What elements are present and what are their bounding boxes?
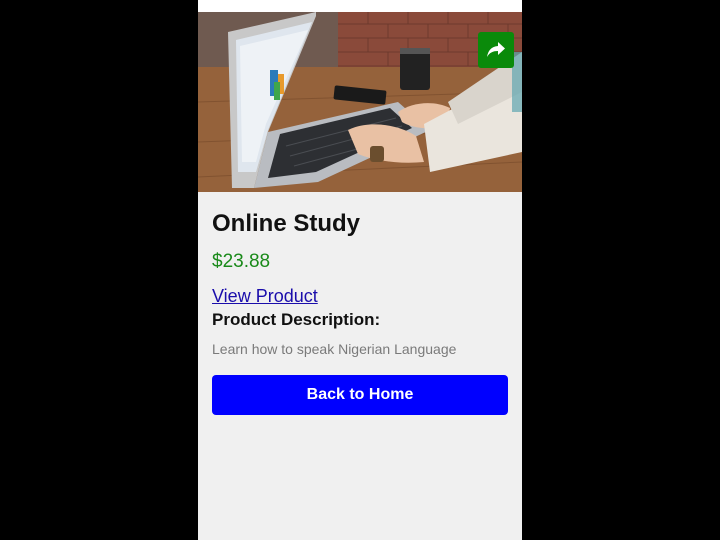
product-image	[198, 12, 522, 192]
back-to-home-button[interactable]: Back to Home	[212, 375, 508, 415]
share-button[interactable]	[478, 32, 514, 68]
product-description: Learn how to speak Nigerian Language	[212, 341, 457, 357]
product-title: Online Study	[212, 210, 361, 237]
product-detail-screen: Online Study $23.88 View Product Product…	[198, 0, 522, 540]
product-info: Online Study $23.88 View Product Product…	[212, 192, 508, 415]
view-product-link[interactable]: View Product	[212, 285, 318, 307]
status-bar	[198, 0, 522, 12]
share-icon	[487, 42, 505, 57]
product-price: $23.88	[212, 251, 271, 272]
description-label: Product Description:	[212, 310, 381, 329]
